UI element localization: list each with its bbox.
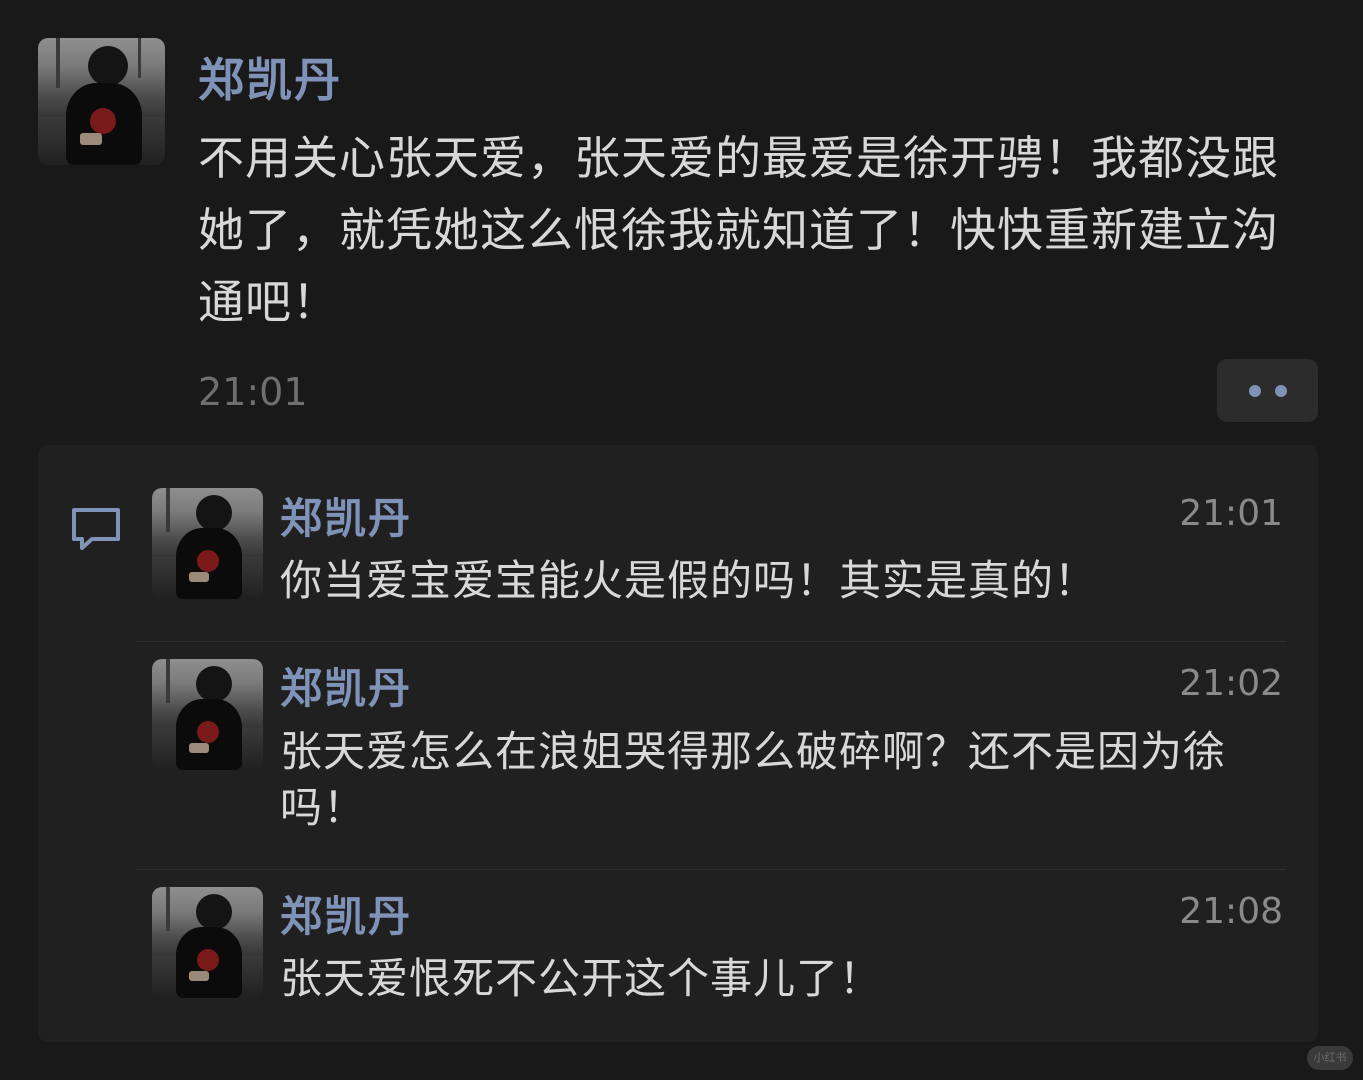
- reply-text: 张天爱怎么在浪姐哭得那么破碎啊？还不是因为徐吗！: [280, 727, 1227, 832]
- more-dots-icon: [1274, 384, 1287, 397]
- reply-author[interactable]: 郑凯丹: [280, 883, 412, 944]
- reply-time: 21:01: [1179, 493, 1283, 534]
- avatar[interactable]: [152, 488, 263, 599]
- watermark: 小红书: [1307, 1046, 1353, 1070]
- reply-time: 21:02: [1179, 663, 1283, 704]
- avatar[interactable]: [38, 38, 165, 165]
- divider: [136, 869, 1286, 870]
- post-author[interactable]: 郑凯丹: [198, 44, 342, 110]
- avatar[interactable]: [152, 887, 263, 998]
- reply-author[interactable]: 郑凯丹: [280, 485, 412, 546]
- reply-text: 你当爱宝爱宝能火是假的吗！其实是真的！: [280, 556, 1098, 605]
- reply-text: 张天爱恨死不公开这个事儿了！: [280, 954, 883, 1003]
- divider: [136, 641, 1286, 642]
- reply-author[interactable]: 郑凯丹: [280, 655, 412, 716]
- reply-time: 21:08: [1179, 891, 1283, 932]
- more-dots-icon: [1248, 384, 1261, 397]
- more-button[interactable]: [1217, 359, 1318, 422]
- post-text: 不用关心张天爱，张天爱的最爱是徐开骋！我都没跟她了，就凭她这么恨徐我就知道了！快…: [198, 131, 1279, 329]
- avatar[interactable]: [152, 659, 263, 770]
- post-time: 21:01: [198, 370, 308, 414]
- comment-bubble-icon: [72, 508, 120, 550]
